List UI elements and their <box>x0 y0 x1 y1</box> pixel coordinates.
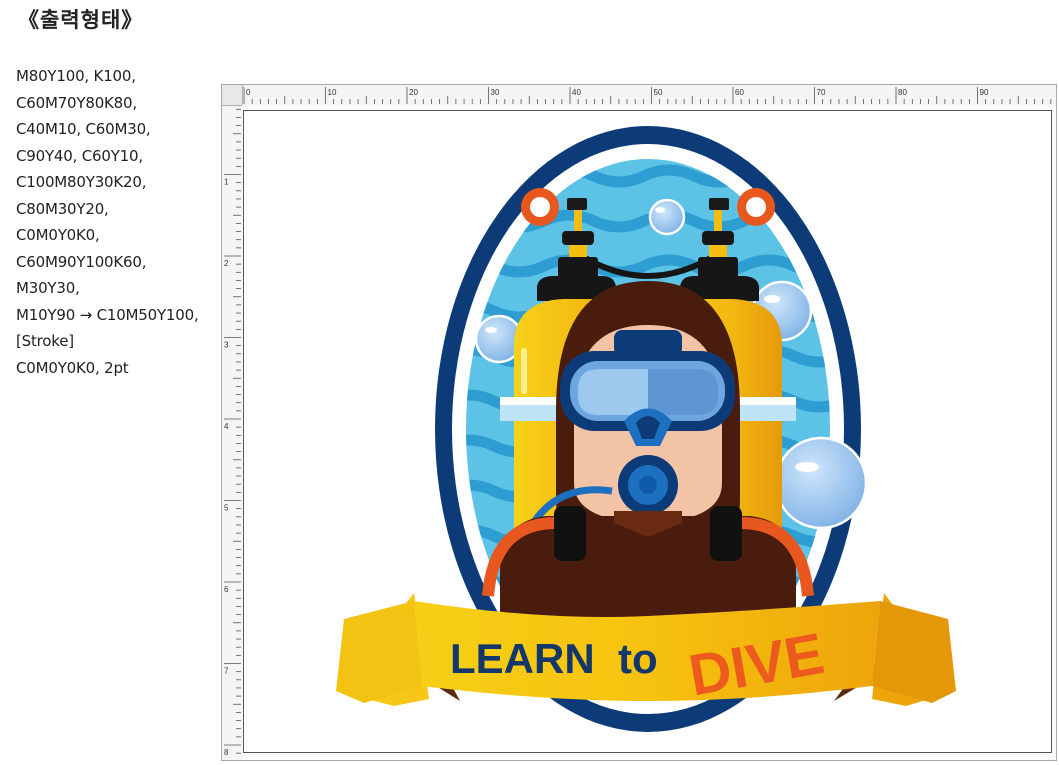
ruler-label: 50 <box>654 88 663 97</box>
color-spec-line: [Stroke] <box>16 332 74 350</box>
color-spec-line: C0M0Y0K0, 2pt <box>16 358 129 377</box>
color-spec-list: M80Y100, K100, C60M70Y80K80, C40M10, C60M3… <box>16 63 221 381</box>
ruler-label: 5 <box>224 504 229 513</box>
ruler-label: 7 <box>224 667 229 676</box>
color-spec-line: M30Y30, <box>16 279 80 297</box>
ruler-label: 80 <box>898 88 907 97</box>
ruler-label: 1 <box>224 178 229 187</box>
page-area: LEARN to DIVE <box>242 105 1056 760</box>
ruler-label: 2 <box>224 259 229 268</box>
horizontal-ruler[interactable]: 0 10 20 30 40 50 60 70 80 90 <box>222 85 1056 106</box>
color-spec-line: C90Y40, C60Y10, <box>16 146 143 165</box>
ruler-label: 20 <box>409 88 418 97</box>
bubble-large-right <box>774 436 868 530</box>
artboard[interactable]: LEARN to DIVE <box>243 110 1052 753</box>
bubble-small-top <box>648 198 686 236</box>
color-spec-line: C0M0Y0K0, <box>16 226 100 244</box>
ruler-label: 30 <box>491 88 500 97</box>
canvas-frame: 0 10 20 30 40 50 60 70 80 90 1 2 3 4 5 6 7 8 LE… <box>221 84 1057 761</box>
ruler-label: 3 <box>224 341 229 350</box>
ruler-label: 4 <box>224 422 229 431</box>
color-spec-line: C40M10, C60M30, <box>16 120 151 138</box>
ruler-label: 0 <box>246 88 251 97</box>
ruler-label: 10 <box>328 88 337 97</box>
ruler-label: 8 <box>224 748 229 757</box>
learn-to-dive-artwork: LEARN to DIVE <box>336 126 956 732</box>
ruler-label: 60 <box>735 88 744 97</box>
ruler-label: 90 <box>980 88 989 97</box>
ruler-corner <box>222 85 243 106</box>
color-spec-line: M80Y100, K100, <box>16 67 136 85</box>
ruler-label: 70 <box>817 88 826 97</box>
learn-text: LEARN <box>450 635 595 682</box>
ruler-label: 40 <box>572 88 581 97</box>
color-spec-line: C100M80Y30K20, <box>16 173 147 191</box>
to-text: to <box>618 635 658 682</box>
color-spec-line: C80M30Y20, <box>16 199 109 218</box>
color-spec-line: C60M70Y80K80, <box>16 93 137 112</box>
color-spec-line: M10Y90 → C10M50Y100, <box>16 305 199 324</box>
page-title: 《출력형태》 <box>18 8 144 32</box>
ruler-label: 6 <box>224 585 229 594</box>
color-spec-line: C60M90Y100K60, <box>16 252 147 271</box>
vertical-ruler[interactable]: 1 2 3 4 5 6 7 8 <box>222 85 243 760</box>
